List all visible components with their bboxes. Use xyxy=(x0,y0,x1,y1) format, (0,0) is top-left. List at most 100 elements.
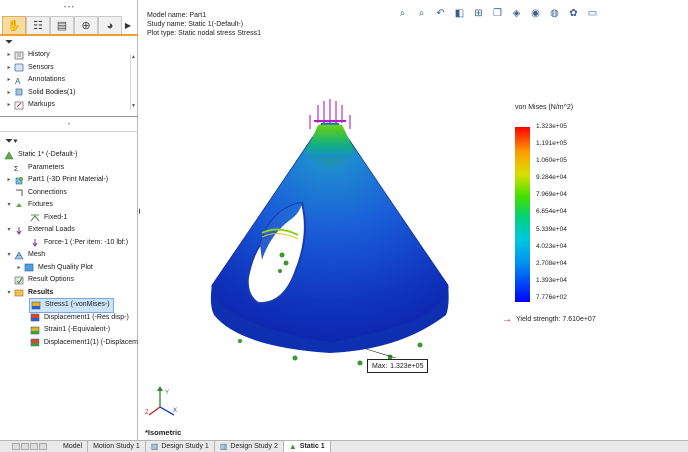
tab-model[interactable]: Model xyxy=(58,441,89,452)
display-style-icon[interactable]: ◈ xyxy=(509,7,524,20)
expand-arrow-icon[interactable]: ▸ xyxy=(5,49,13,62)
tree-item-result-options[interactable]: Result Options xyxy=(0,274,138,287)
result-item-selected[interactable]: Stress1 (-vonMises-) xyxy=(29,298,114,313)
dimxpert-tab[interactable]: ⊕ xyxy=(74,16,98,34)
collapse-arrow-icon[interactable]: ▾ xyxy=(5,224,13,237)
configuration-icon: ▤ xyxy=(56,20,68,32)
tree-item-fixtures[interactable]: ▾ Fixtures xyxy=(0,199,138,212)
tree-item-force-1[interactable]: Force-1 (:Per item: -10 lbf:) xyxy=(0,237,138,250)
results-folder-icon xyxy=(14,289,24,297)
collapse-arrow-icon[interactable]: ▾ xyxy=(5,249,13,262)
property-manager-tab[interactable]: ☷ xyxy=(26,16,50,34)
dynamic-annotation-icon[interactable]: ⊞ xyxy=(471,7,486,20)
previous-tab-button[interactable] xyxy=(21,443,29,450)
svg-text:Y: Y xyxy=(165,390,169,396)
next-tab-button[interactable] xyxy=(30,443,38,450)
stress-plot-cone-model[interactable] xyxy=(200,95,460,385)
solid-bodies-icon xyxy=(15,88,23,96)
expand-arrow-icon[interactable]: ▸ xyxy=(5,87,13,100)
configuration-manager-tab[interactable]: ▤ xyxy=(50,16,74,34)
pane-divider xyxy=(0,116,138,117)
graphics-area[interactable]: Model name: Part1 Study name: Static 1(-… xyxy=(140,0,688,440)
color-wheel-icon: ◕ xyxy=(106,19,114,32)
study-tree-filter-button[interactable]: ⏷▾ xyxy=(5,136,18,147)
yield-strength-label: Yield strength: 7.610e+07 xyxy=(516,316,596,323)
expand-arrow-icon[interactable]: ▸ xyxy=(5,99,13,112)
tree-item-sensors[interactable]: ▸ Sensors xyxy=(0,62,130,75)
tab-design-study-1[interactable]: ▥ Design Study 1 xyxy=(146,441,215,452)
tree-item-label: Markups xyxy=(28,101,55,108)
tree-item-markups[interactable]: ▸ Markups xyxy=(0,99,130,112)
expand-arrow-icon[interactable]: ▸ xyxy=(5,174,13,187)
tree-scrollbar[interactable]: ▲ ▼ xyxy=(130,54,136,110)
solidworks-simulation-window: • • • ✋ ☷ ▤ ⊕ ◕ ▶ ⏷ ▸ History ▸ Sensors … xyxy=(0,0,688,452)
expand-arrow-icon[interactable]: ▸ xyxy=(15,262,23,275)
tab-navigation xyxy=(0,441,58,452)
tree-item-external-loads[interactable]: ▾ External Loads xyxy=(0,224,138,237)
tree-filter-button[interactable]: ⏷ xyxy=(5,37,13,48)
zoom-to-fit-icon[interactable]: ⌕ xyxy=(395,7,410,20)
tree-item-part[interactable]: ▸ Part1 (-3D Print Material-) xyxy=(0,174,138,187)
tree-item-label: Fixtures xyxy=(28,201,53,208)
tab-design-study-2[interactable]: ▥ Design Study 2 xyxy=(215,441,284,452)
probe-leader-line xyxy=(365,348,397,359)
tree-item-fixed-1[interactable]: Fixed-1 xyxy=(0,212,138,225)
tree-item-parameters[interactable]: Σ Parameters xyxy=(0,162,138,175)
feature-manager-tab[interactable]: ✋ xyxy=(2,16,26,34)
first-tab-button[interactable] xyxy=(12,443,20,450)
expand-arrow-icon[interactable]: ▸ xyxy=(5,62,13,75)
previous-view-icon[interactable]: ↶ xyxy=(433,7,448,20)
scroll-down-icon[interactable]: ▼ xyxy=(131,103,136,110)
tree-item-label: Annotations xyxy=(28,76,65,83)
view-settings-icon[interactable]: ▭ xyxy=(585,7,600,20)
tab-motion-study-1[interactable]: Motion Study 1 xyxy=(88,441,146,452)
pane-splitter-grip[interactable]: • xyxy=(0,122,138,128)
max-probe-label[interactable]: Max: 1.323e+05 xyxy=(367,359,429,373)
collapse-arrow-icon[interactable]: ▾ xyxy=(5,287,13,300)
last-tab-button[interactable] xyxy=(39,443,47,450)
plot-type: Plot type: Static nodal stress Stress1 xyxy=(147,30,261,37)
tab-static-1[interactable]: ▲ Static 1 xyxy=(283,441,331,452)
stress-plot-icon xyxy=(31,301,41,310)
tree-item-mesh-quality-plot[interactable]: ▸ Mesh Quality Plot xyxy=(0,262,138,275)
tree-item-mesh[interactable]: ▾ Mesh xyxy=(0,249,138,262)
tree-item-annotations[interactable]: ▸ A Annotations xyxy=(0,74,130,87)
tree-item-label: Solid Bodies(1) xyxy=(28,88,76,96)
displacement-plot-icon xyxy=(30,313,40,322)
apply-scene-icon[interactable]: ✿ xyxy=(566,7,581,20)
scroll-up-icon[interactable]: ▲ xyxy=(131,54,136,61)
legend-tick: 5.339e+04 xyxy=(536,226,567,233)
panel-grip[interactable]: • • • xyxy=(0,4,138,12)
yield-strength-marker: → Yield strength: 7.610e+07 xyxy=(502,314,596,325)
legend-color-bar[interactable] xyxy=(515,127,530,302)
feature-tree: ▸ History ▸ Sensors ▸ A Annotations ▸ So… xyxy=(0,49,130,112)
expand-arrow-icon[interactable]: ▸ xyxy=(5,74,13,87)
probe-label: Max: xyxy=(372,363,388,370)
tree-item-connections[interactable]: Connections xyxy=(0,187,138,200)
external-loads-icon xyxy=(16,226,22,235)
section-view-icon[interactable]: ◧ xyxy=(452,7,467,20)
design-study-icon: ▥ xyxy=(219,442,228,451)
tab-label: Motion Study 1 xyxy=(93,443,140,450)
hide-show-icon[interactable]: ◉ xyxy=(528,7,543,20)
zoom-to-area-icon[interactable]: ⌕ xyxy=(414,7,429,20)
view-orientation-icon[interactable]: ❒ xyxy=(490,7,505,20)
result-item-strain1[interactable]: Strain1 (-Equivalent-) xyxy=(0,324,138,337)
tree-item-history[interactable]: ▸ History xyxy=(0,49,130,62)
probe-value: 1.323e+05 xyxy=(390,363,424,370)
feature-tree-icon: ✋ xyxy=(7,20,21,32)
collapse-arrow-icon[interactable]: ▾ xyxy=(5,199,13,212)
study-root[interactable]: Static 1* (-Default-) xyxy=(0,149,138,162)
filter-icon: ⏷ xyxy=(5,37,13,48)
plot-info: Model name: Part1 Study name: Static 1(-… xyxy=(147,11,261,38)
design-study-icon: ▥ xyxy=(150,442,159,451)
tabs-scroll-right[interactable]: ▶ xyxy=(122,16,134,34)
result-item-displacement1-1[interactable]: Displacement1(1) (-Displacem xyxy=(0,337,138,350)
display-manager-tab[interactable]: ◕ xyxy=(98,16,122,34)
result-item-displacement1[interactable]: Displacement1 (-Res disp-) xyxy=(0,312,138,325)
simulation-study-tree: Static 1* (-Default-) Σ Parameters ▸ Par… xyxy=(0,149,138,349)
result-item-stress1[interactable]: Stress1 (-vonMises-) xyxy=(0,298,138,313)
study-name: Study name: Static 1(-Default-) xyxy=(147,21,244,28)
edit-appearance-icon[interactable]: ◍ xyxy=(547,7,562,20)
tree-item-solid-bodies[interactable]: ▸ Solid Bodies(1) xyxy=(0,87,130,100)
